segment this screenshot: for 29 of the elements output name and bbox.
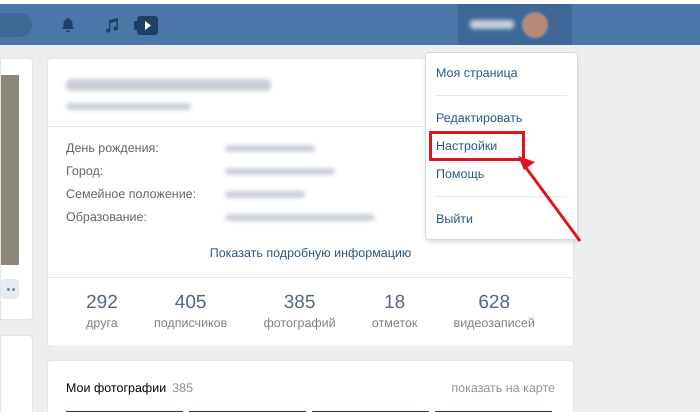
bell-icon[interactable]: [61, 18, 75, 33]
counter-value[interactable]: 18: [384, 292, 406, 314]
menu-item[interactable]: Редактировать: [436, 108, 522, 128]
more-button[interactable]: [1, 279, 19, 299]
menu-item[interactable]: Помощь: [436, 164, 484, 184]
music-note-icon[interactable]: [105, 18, 119, 33]
user-menu-area[interactable]: [458, 4, 572, 45]
info-label: День рождения:: [66, 140, 160, 158]
counter-label[interactable]: отметок: [372, 314, 418, 332]
counter-label[interactable]: фотографий: [263, 314, 336, 332]
photo-count: 385: [172, 380, 194, 396]
counter-value[interactable]: 292: [86, 292, 118, 314]
counter-label[interactable]: подписчиков: [154, 314, 228, 332]
menu-item[interactable]: Выйти: [436, 210, 474, 228]
section-title: Мои фотографии: [66, 380, 166, 397]
menu-item[interactable]: Настройки: [429, 130, 525, 162]
info-label: Образование:: [66, 209, 148, 226]
counter-value[interactable]: 385: [284, 292, 316, 314]
menu-item[interactable]: Моя страница: [436, 64, 518, 82]
show-more-link[interactable]: Показать подробную информацию: [210, 244, 412, 263]
info-label: Город:: [66, 163, 104, 180]
blurred-text: [470, 20, 514, 29]
counter-label[interactable]: видеозаписей: [454, 314, 535, 332]
counter-label[interactable]: друга: [86, 314, 118, 332]
video-play-icon[interactable]: [134, 16, 158, 35]
map-link[interactable]: показать на карте: [451, 378, 555, 398]
counter-value[interactable]: 628: [478, 292, 510, 314]
info-label: Семейное положение:: [66, 186, 198, 204]
counter-value[interactable]: 405: [174, 292, 206, 314]
